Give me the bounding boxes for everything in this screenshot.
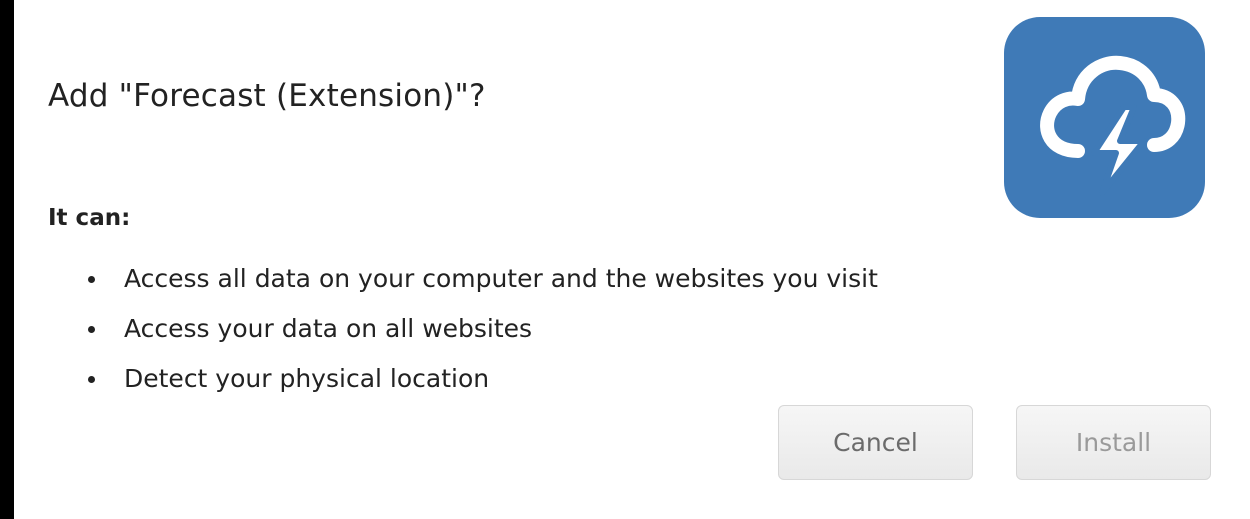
cloud-lightning-icon: [1039, 55, 1185, 196]
permission-item: Detect your physical location: [84, 354, 878, 404]
dialog-title: Add "Forecast (Extension)"?: [48, 78, 486, 114]
install-extension-dialog: Add "Forecast (Extension)"? It can: Acce…: [14, 0, 1250, 519]
cancel-button[interactable]: Cancel: [778, 405, 973, 480]
extension-icon: [1004, 17, 1205, 218]
permission-item: Access your data on all websites: [84, 304, 878, 354]
permissions-list: Access all data on your computer and the…: [84, 254, 878, 404]
permission-item: Access all data on your computer and the…: [84, 254, 878, 304]
bullet-icon: [88, 376, 95, 383]
bullet-icon: [88, 326, 95, 333]
permission-text: Access your data on all websites: [124, 314, 533, 343]
bullet-icon: [88, 276, 95, 283]
install-button[interactable]: Install: [1016, 405, 1211, 480]
permissions-heading: It can:: [48, 205, 131, 231]
permission-text: Detect your physical location: [124, 364, 490, 393]
permission-text: Access all data on your computer and the…: [124, 264, 878, 293]
